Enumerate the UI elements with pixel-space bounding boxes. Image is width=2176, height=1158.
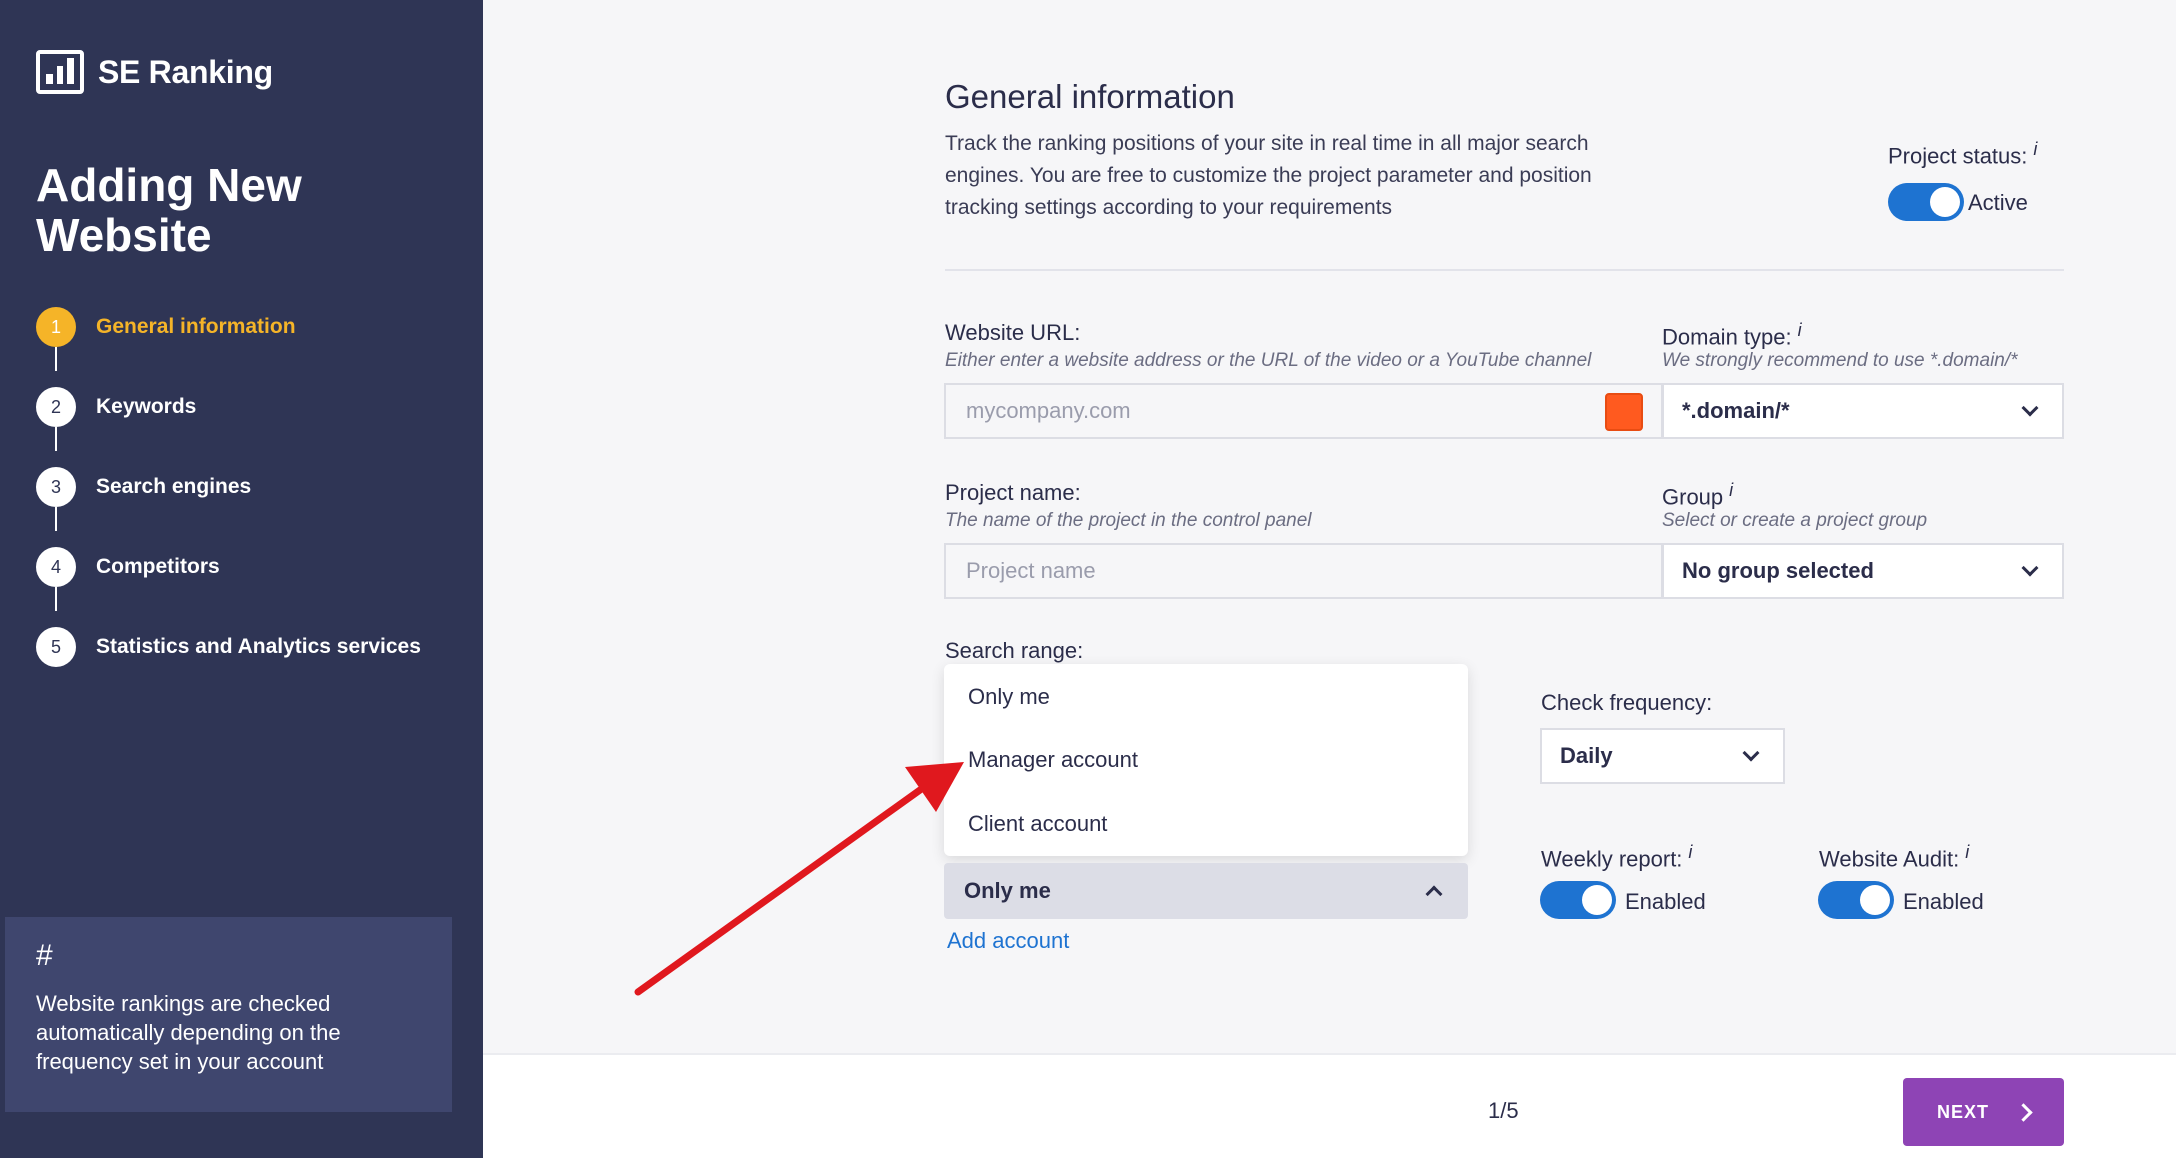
sidebar: SE Ranking Adding New Website 1 General … (0, 0, 483, 1158)
domain-type-hint: We strongly recommend to use *.domain/* (1662, 350, 2018, 371)
project-status-label: Project status: i (1888, 139, 2038, 169)
info-icon[interactable]: i (1688, 842, 1692, 862)
page-title: General information (945, 78, 1235, 115)
step-number: 1 (36, 307, 76, 347)
step-statistics-analytics[interactable]: 5 Statistics and Analytics services (36, 607, 421, 687)
step-pager: 1/5 (1488, 1098, 1519, 1123)
toggle-knob (1582, 885, 1612, 915)
chevron-up-icon (1425, 885, 1443, 903)
step-general-information[interactable]: 1 General information (36, 287, 421, 371)
check-frequency-select[interactable]: Daily (1540, 728, 1785, 784)
group-hint: Select or create a project group (1662, 510, 1928, 531)
domain-type-select[interactable]: *.domain/* (1662, 383, 2064, 439)
step-competitors[interactable]: 4 Competitors (36, 527, 421, 611)
domain-type-label: Domain type: i (1662, 320, 1802, 350)
search-range-dropdown: Only me Manager account Client account (944, 664, 1468, 856)
logo-chart-icon (36, 50, 84, 94)
website-audit-toggle[interactable] (1818, 881, 1894, 919)
wizard-steps: 1 General information 2 Keywords 3 Searc… (36, 307, 421, 687)
next-button[interactable]: NEXT (1903, 1078, 2064, 1146)
info-tip-panel: # Website rankings are checked automatic… (5, 917, 452, 1112)
dropdown-option-manager-account[interactable]: Manager account (968, 747, 1138, 773)
website-url-hint: Either enter a website address or the UR… (945, 350, 1592, 371)
toggle-knob (1930, 187, 1960, 217)
weekly-report-toggle[interactable] (1540, 881, 1616, 919)
group-label: Group i (1662, 480, 1734, 510)
website-url-label: Website URL: (945, 320, 1081, 345)
add-account-link[interactable]: Add account (947, 928, 1069, 954)
logo[interactable]: SE Ranking (36, 50, 273, 94)
section-divider (945, 269, 2064, 271)
info-icon[interactable]: i (2033, 139, 2037, 159)
tip-text: Website rankings are checked automatical… (36, 991, 341, 1074)
chevron-down-icon (2021, 399, 2039, 417)
project-name-hint: The name of the project in the control p… (945, 510, 1312, 531)
step-label: Statistics and Analytics services (96, 635, 421, 658)
info-icon[interactable]: i (1729, 480, 1733, 500)
step-number: 3 (36, 467, 76, 507)
search-range-label: Search range: (945, 638, 1084, 663)
chevron-down-icon (2021, 559, 2039, 577)
chevron-down-icon (1742, 744, 1760, 762)
step-keywords[interactable]: 2 Keywords (36, 367, 421, 451)
check-frequency-label: Check frequency: (1541, 690, 1713, 715)
step-number: 4 (36, 547, 76, 587)
website-audit-label: Website Audit: i (1819, 842, 1970, 872)
page-description: Track the ranking positions of your site… (945, 132, 1592, 219)
step-number: 5 (36, 627, 76, 667)
step-label: Search engines (96, 475, 252, 498)
website-url-input[interactable]: mycompany.com (944, 383, 1663, 439)
project-status-value: Active (1968, 190, 2028, 215)
dropdown-option-client-account[interactable]: Client account (968, 811, 1107, 837)
toggle-knob (1860, 885, 1890, 915)
dropdown-option-only-me[interactable]: Only me (968, 684, 1050, 710)
step-label: Competitors (96, 555, 220, 578)
color-picker-swatch[interactable] (1605, 393, 1643, 431)
hash-icon: # (36, 939, 53, 972)
info-icon[interactable]: i (1798, 320, 1802, 340)
step-label: General information (96, 315, 296, 338)
step-number: 2 (36, 387, 76, 427)
search-range-select[interactable]: Only me (944, 863, 1468, 919)
website-audit-value: Enabled (1903, 889, 1984, 914)
info-icon[interactable]: i (1965, 842, 1969, 862)
project-name-label: Project name: (945, 480, 1081, 505)
sidebar-title: Adding New Website (36, 159, 302, 261)
weekly-report-value: Enabled (1625, 889, 1706, 914)
project-status-toggle[interactable] (1888, 183, 1964, 221)
logo-text: SE Ranking (98, 53, 273, 90)
step-search-engines[interactable]: 3 Search engines (36, 447, 421, 531)
step-label: Keywords (96, 395, 197, 418)
project-name-input[interactable]: Project name (944, 543, 1663, 599)
group-select[interactable]: No group selected (1662, 543, 2064, 599)
chevron-right-icon (2014, 1102, 2033, 1122)
weekly-report-label: Weekly report: i (1541, 842, 1693, 872)
